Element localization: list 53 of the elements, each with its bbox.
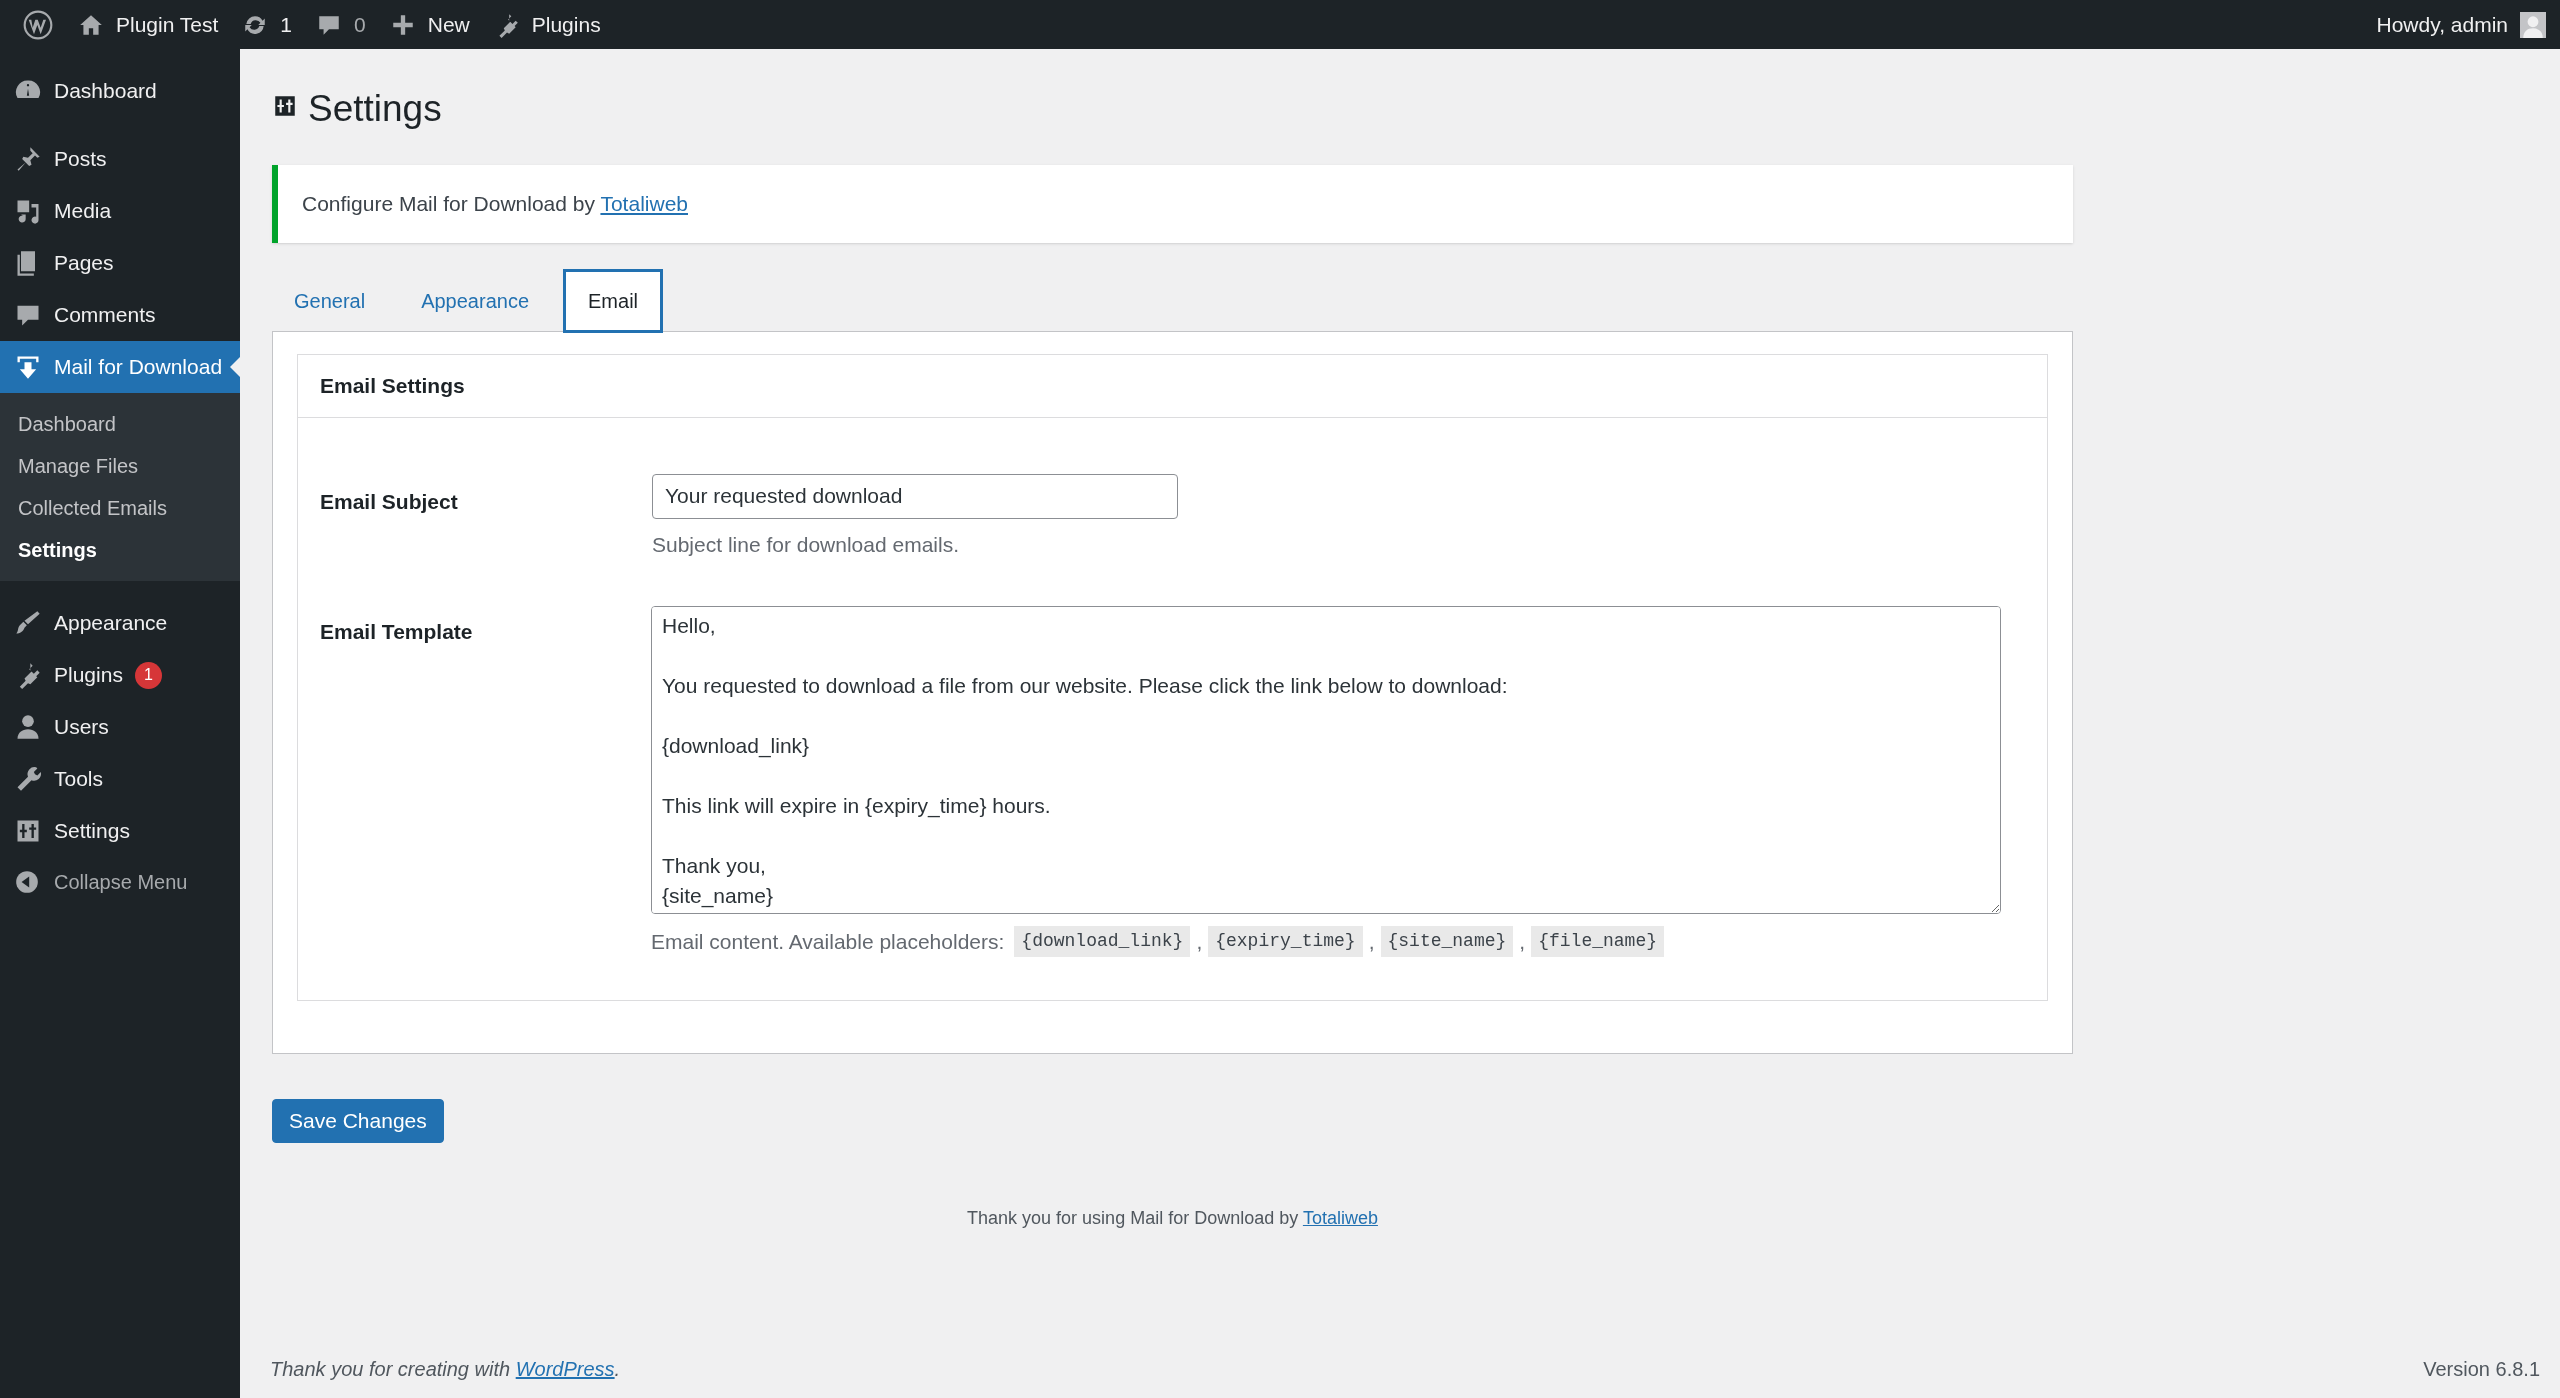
admin-bar-item[interactable]: Plugins	[481, 0, 613, 49]
field-label: Email Template	[320, 619, 474, 645]
field-label: Email Subject	[320, 488, 459, 515]
admin-bar-item[interactable]: 0	[304, 0, 378, 49]
pin-icon	[14, 145, 42, 173]
tab[interactable]: General	[272, 268, 388, 333]
current-menu-pointer	[230, 357, 240, 377]
placeholder-code: {file_name}	[1531, 926, 1664, 958]
comma-separator: ,	[1196, 929, 1203, 955]
update-count-badge: 1	[134, 661, 162, 689]
submenu-item[interactable]: Dashboard	[0, 403, 240, 445]
placeholder-code: {expiry_time}	[1208, 926, 1363, 958]
menu-item[interactable]: Dashboard	[0, 65, 240, 117]
plugin-footer-text: Thank you for using Mail for Download by Totaliweb	[967, 1206, 1378, 1230]
tab[interactable]: Email	[563, 268, 664, 333]
submenu-item[interactable]: Manage Files	[0, 445, 240, 487]
email-subject-field[interactable]: Your requested download	[652, 473, 1178, 519]
submenu-item[interactable]: Collected Emails	[0, 487, 240, 529]
comma-separator: ,	[1519, 929, 1526, 955]
wordpress-logo-icon	[22, 8, 54, 41]
totaliweb-link[interactable]: Totaliweb	[1302, 1207, 1378, 1228]
section-title: Email Settings	[320, 372, 465, 399]
menu-item[interactable]: Pages	[0, 237, 240, 289]
admin-bar-item[interactable]: New	[377, 0, 482, 49]
submenu-item[interactable]: Settings	[0, 529, 240, 571]
menu-item[interactable]: Comments	[0, 289, 240, 341]
placeholder-code: {site_name}	[1380, 926, 1514, 958]
menu-item[interactable]: Mail for Download	[0, 341, 240, 393]
collapse-menu-button[interactable]: Collapse Menu	[0, 857, 240, 907]
menu-item[interactable]: Tools	[0, 753, 240, 805]
wordpress-link[interactable]: WordPress	[515, 1358, 615, 1380]
admin-bar-item[interactable]: Plugin Test	[66, 0, 231, 49]
menu-item[interactable]: Users	[0, 701, 240, 753]
footer-text: Thank you for creating with WordPress.	[270, 1357, 621, 1382]
tab[interactable]: Appearance	[399, 268, 552, 333]
version-text: Version 6.8.1	[2423, 1357, 2540, 1382]
account-menu[interactable]: Howdy, admin	[2376, 8, 2550, 41]
menu-item[interactable]: Media	[0, 185, 240, 237]
notice-text: Configure Mail for Download by Totaliweb	[302, 190, 688, 217]
menu-item[interactable]: Appearance	[0, 597, 240, 649]
placeholder-code: {download_link}	[1014, 926, 1191, 958]
page-title: Settings	[308, 87, 442, 131]
email-template-field[interactable]: Hello, You requested to download a file from our website. Please click the link below to download: {download_link} This link will expire in {expiry_time} hours. Thank you, {site_name}	[651, 606, 2001, 914]
save-changes-button[interactable]: Save Changes	[272, 1098, 444, 1143]
totaliweb-link[interactable]: Totaliweb	[600, 191, 688, 215]
admin-bar-item[interactable]: 1	[230, 0, 305, 49]
menu-item[interactable]: Plugins 1	[0, 649, 240, 701]
field-description: Subject line for download emails.	[652, 531, 960, 558]
field-description: Email content. Available placeholders:	[651, 929, 1005, 955]
menu-item[interactable]: Settings	[0, 805, 240, 857]
avatar-icon	[2520, 11, 2546, 38]
menu-item[interactable]: Posts	[0, 133, 240, 185]
comma-separator: ,	[1368, 929, 1375, 955]
